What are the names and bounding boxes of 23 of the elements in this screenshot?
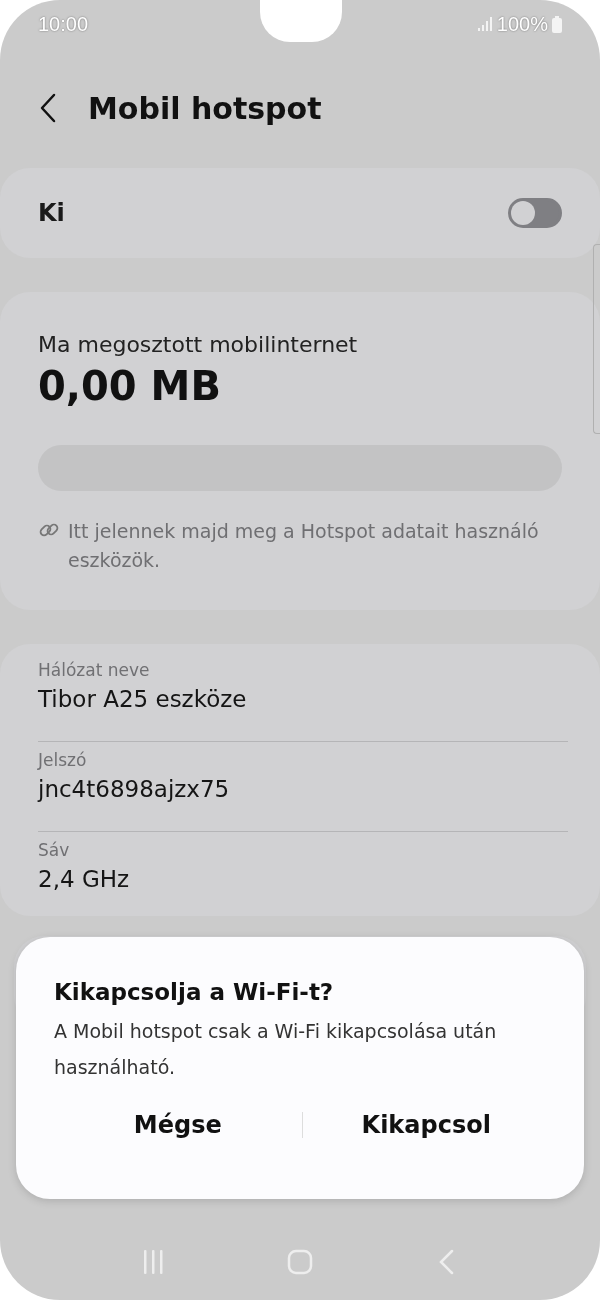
settings-item[interactable]: Hálózat neve Tibor A25 eszköze xyxy=(38,652,568,742)
setting-label: Jelszó xyxy=(38,750,88,770)
confirm-button[interactable]: Kikapcsol xyxy=(302,1099,550,1151)
page-title: Mobil hotspot xyxy=(88,90,322,126)
signal-icon xyxy=(476,17,493,31)
info-text: Itt jelennek majd meg a Hotspot adatait használó eszközök. xyxy=(68,519,540,573)
home-icon[interactable] xyxy=(287,1249,313,1275)
setting-value: 2,4 GHz xyxy=(38,866,131,892)
battery-icon xyxy=(552,15,562,33)
setting-value: jnc4t6898ajzx75 xyxy=(38,776,231,802)
toggle-switch[interactable] xyxy=(508,198,562,228)
usage-label: Ma megosztott mobilinternet xyxy=(38,332,359,357)
setting-value: Tibor A25 eszköze xyxy=(38,686,248,712)
cancel-button[interactable]: Mégse xyxy=(54,1099,302,1151)
switch-label: Ki xyxy=(38,199,65,227)
setting-label: Hálózat neve xyxy=(38,660,151,680)
back-icon[interactable] xyxy=(38,93,58,123)
setting-label: Sáv xyxy=(38,840,71,860)
settings-item[interactable]: Sáv 2,4 GHz xyxy=(38,832,568,922)
settings-item[interactable]: Jelszó jnc4t6898ajzx75 xyxy=(38,742,568,832)
dialog-message: A Mobil hotspot csak a Wi-Fi kikapcsolása után használható. xyxy=(54,1019,498,1080)
dialog-title: Kikapcsolja a Wi-Fi-t? xyxy=(54,979,335,1005)
usage-amount: 0,00 MB xyxy=(38,363,222,409)
